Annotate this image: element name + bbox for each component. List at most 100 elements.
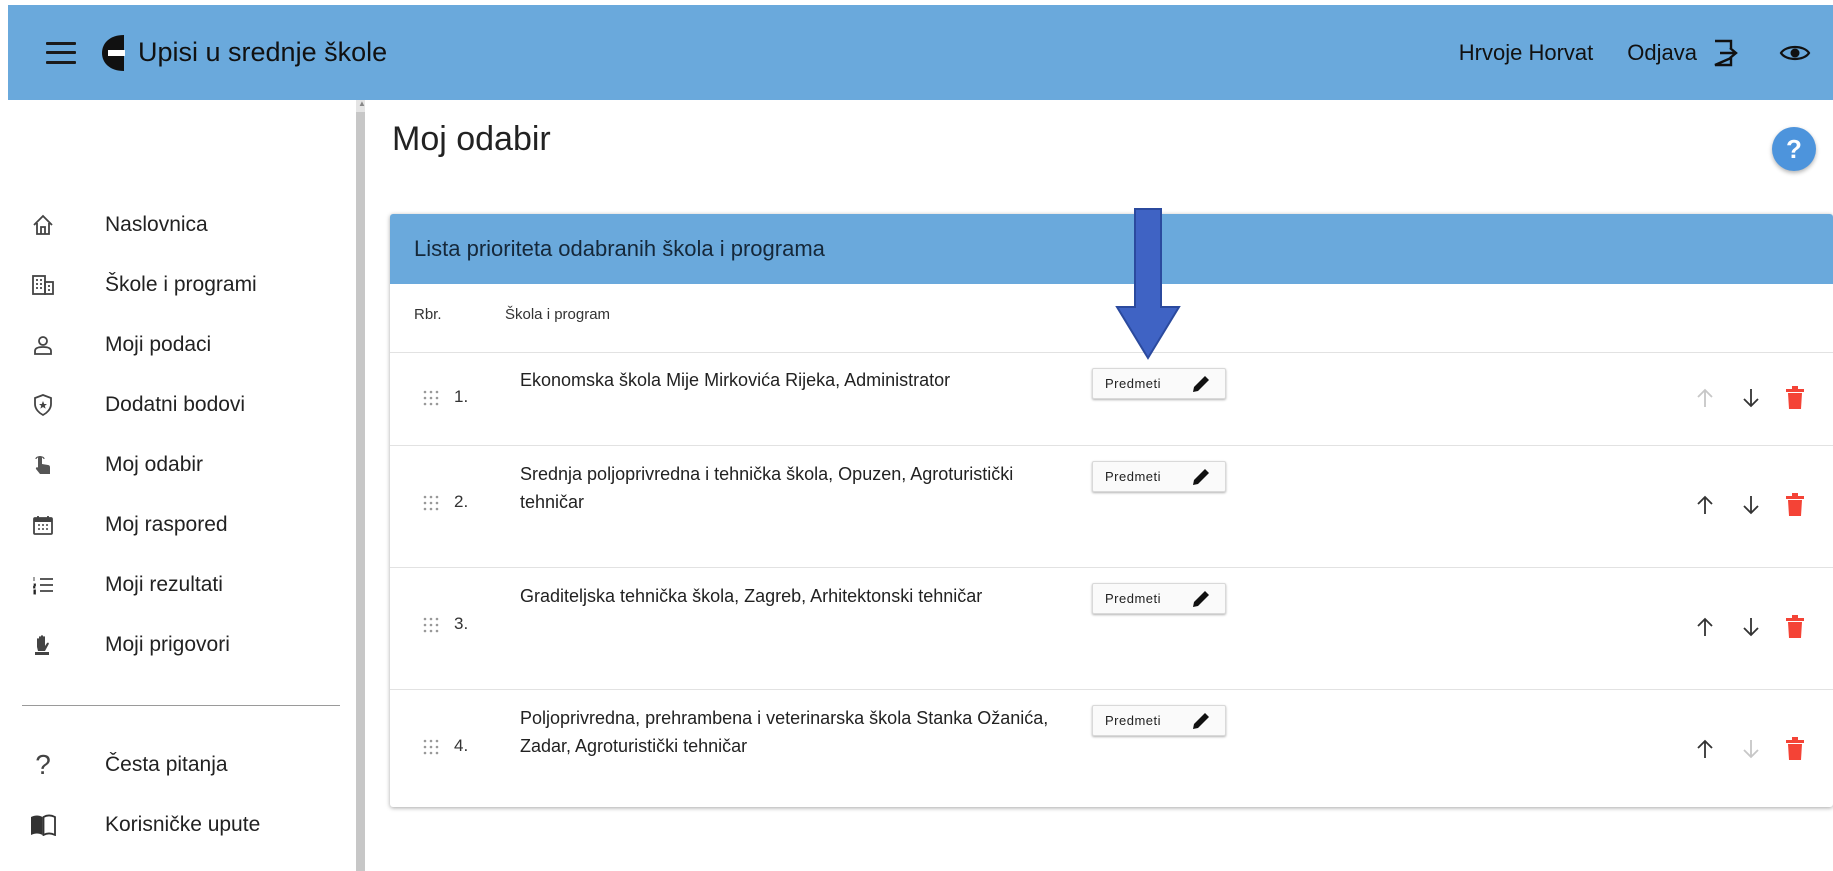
school-program-name: Srednja poljoprivredna i tehnička škola,… <box>520 464 1014 512</box>
scrollbar-thumb[interactable] <box>356 112 365 871</box>
page-title: Moj odabir <box>392 120 551 158</box>
sidebar-item-korisnicke-upute[interactable]: Korisničke upute <box>8 795 348 855</box>
trash-icon <box>1786 386 1804 409</box>
sidebar-item-moj-raspored[interactable]: Moj raspored <box>8 495 348 555</box>
delete-button[interactable] <box>1780 734 1810 764</box>
sidebar: Naslovnica Škole i programi Moji podaci … <box>8 100 361 871</box>
move-up-button[interactable] <box>1690 383 1720 413</box>
sidebar-item-dodatni-bodovi[interactable]: Dodatni bodovi <box>8 375 348 435</box>
scroll-up-icon[interactable]: ▲ <box>358 100 366 108</box>
column-header-school: Škola i program <box>505 306 611 323</box>
trash-icon <box>1786 615 1804 638</box>
table-row: 2. Srednja poljoprivredna i tehnička ško… <box>390 445 1833 567</box>
sidebar-item-label: Dodatni bodovi <box>105 393 246 416</box>
school-program-name: Graditeljska tehnička škola, Zagreb, Arh… <box>520 586 983 606</box>
person-icon <box>30 332 56 358</box>
move-up-button[interactable] <box>1690 734 1720 764</box>
predmeti-button[interactable]: Predmeti <box>1092 705 1226 736</box>
sidebar-item-skole-i-programi[interactable]: Škole i programi <box>8 255 348 315</box>
column-header-rbr: Rbr. <box>414 306 442 323</box>
home-icon <box>30 212 56 238</box>
sidebar-scrollbar[interactable] <box>356 100 365 871</box>
calendar-icon <box>30 512 56 538</box>
move-down-button[interactable] <box>1736 612 1766 642</box>
sidebar-item-label: Česta pitanja <box>105 753 228 776</box>
trash-icon <box>1786 737 1804 760</box>
logout-link[interactable]: Odjava <box>1627 40 1697 66</box>
drag-handle-icon[interactable] <box>422 494 440 512</box>
shield-star-icon <box>30 392 56 418</box>
row-number: 3. <box>454 614 469 633</box>
annotation-arrow-icon <box>1115 208 1181 360</box>
building-icon <box>30 272 56 298</box>
menu-icon[interactable] <box>46 41 76 64</box>
delete-button[interactable] <box>1780 383 1810 413</box>
arrow-down-icon <box>1743 496 1759 515</box>
edit-pencil-icon <box>1193 376 1209 392</box>
predmeti-label: Predmeti <box>1105 713 1162 728</box>
move-up-button[interactable] <box>1690 490 1720 520</box>
arrow-up-icon <box>1697 495 1713 514</box>
trash-icon <box>1786 493 1804 516</box>
predmeti-button[interactable]: Predmeti <box>1092 461 1226 492</box>
arrow-down-icon <box>1743 740 1759 759</box>
move-down-button[interactable] <box>1736 490 1766 520</box>
help-button[interactable]: ? <box>1772 127 1816 171</box>
table-row: 1. Ekonomska škola Mije Mirkovića Rijeka… <box>390 352 1833 445</box>
user-name: Hrvoje Horvat <box>1458 39 1594 65</box>
row-number: 4. <box>454 736 469 755</box>
sidebar-item-moj-odabir[interactable]: Moj odabir <box>8 435 348 495</box>
app-title[interactable]: Upisi u srednje škole <box>138 37 387 68</box>
predmeti-button[interactable]: Predmeti <box>1092 368 1226 399</box>
eye-icon[interactable] <box>1779 41 1811 65</box>
sidebar-item-moji-prigovori[interactable]: Moji prigovori <box>8 615 348 675</box>
edit-pencil-icon <box>1193 591 1209 607</box>
book-icon <box>30 812 56 838</box>
arrow-up-icon <box>1697 617 1713 636</box>
card-title: Lista prioriteta odabranih škola i progr… <box>390 214 1833 284</box>
sidebar-item-moji-rezultati[interactable]: Moji rezultati <box>8 555 348 615</box>
predmeti-button[interactable]: Predmeti <box>1092 583 1226 614</box>
sidebar-item-label: Moji prigovori <box>105 633 230 656</box>
sidebar-item-label: Moj raspored <box>105 513 228 536</box>
sidebar-item-naslovnica[interactable]: Naslovnica <box>8 195 348 255</box>
drag-handle-icon[interactable] <box>422 616 440 634</box>
priority-list-card: Lista prioriteta odabranih škola i progr… <box>390 214 1833 807</box>
drag-handle-icon[interactable] <box>422 738 440 756</box>
table-row: 3. Graditeljska tehnička škola, Zagreb, … <box>390 567 1833 689</box>
edit-pencil-icon <box>1193 469 1209 485</box>
predmeti-label: Predmeti <box>1105 591 1162 606</box>
raised-hand-icon <box>30 632 56 658</box>
top-app-bar: Upisi u srednje škole Hrvoje Horvat Odja… <box>8 5 1833 100</box>
sidebar-item-label: Korisničke upute <box>105 813 261 836</box>
move-down-button[interactable] <box>1736 383 1766 413</box>
sidebar-item-label: Naslovnica <box>105 213 208 236</box>
hand-pointer-icon <box>30 452 56 478</box>
move-up-button[interactable] <box>1690 612 1720 642</box>
sidebar-item-moji-podaci[interactable]: Moji podaci <box>8 315 348 375</box>
logout-icon[interactable] <box>1711 38 1741 68</box>
numbered-list-icon <box>30 572 56 598</box>
sidebar-divider <box>22 705 340 706</box>
table-row: 4. Poljoprivredna, prehrambena i veterin… <box>390 689 1833 807</box>
school-program-name: Poljoprivredna, prehrambena i veterinars… <box>520 708 1049 756</box>
arrow-down-icon <box>1743 618 1759 637</box>
arrow-up-icon <box>1697 388 1713 407</box>
delete-button[interactable] <box>1780 490 1810 520</box>
edit-pencil-icon <box>1193 713 1209 729</box>
sidebar-item-label: Moji rezultati <box>105 573 223 596</box>
delete-button[interactable] <box>1780 612 1810 642</box>
row-number: 2. <box>454 492 469 511</box>
school-program-name: Ekonomska škola Mije Mirkovića Rijeka, A… <box>520 370 951 390</box>
drag-handle-icon[interactable] <box>422 389 440 407</box>
sidebar-item-label: Škole i programi <box>105 273 257 296</box>
sidebar-item-label: Moj odabir <box>105 453 204 476</box>
move-down-button[interactable] <box>1736 734 1766 764</box>
predmeti-label: Predmeti <box>1105 376 1162 391</box>
row-number: 1. <box>454 387 469 406</box>
question-icon: ? <box>35 749 51 780</box>
predmeti-label: Predmeti <box>1105 469 1162 484</box>
app-logo <box>102 34 125 71</box>
arrow-down-icon <box>1743 389 1759 408</box>
sidebar-item-cesta-pitanja[interactable]: ? Česta pitanja <box>8 735 348 795</box>
